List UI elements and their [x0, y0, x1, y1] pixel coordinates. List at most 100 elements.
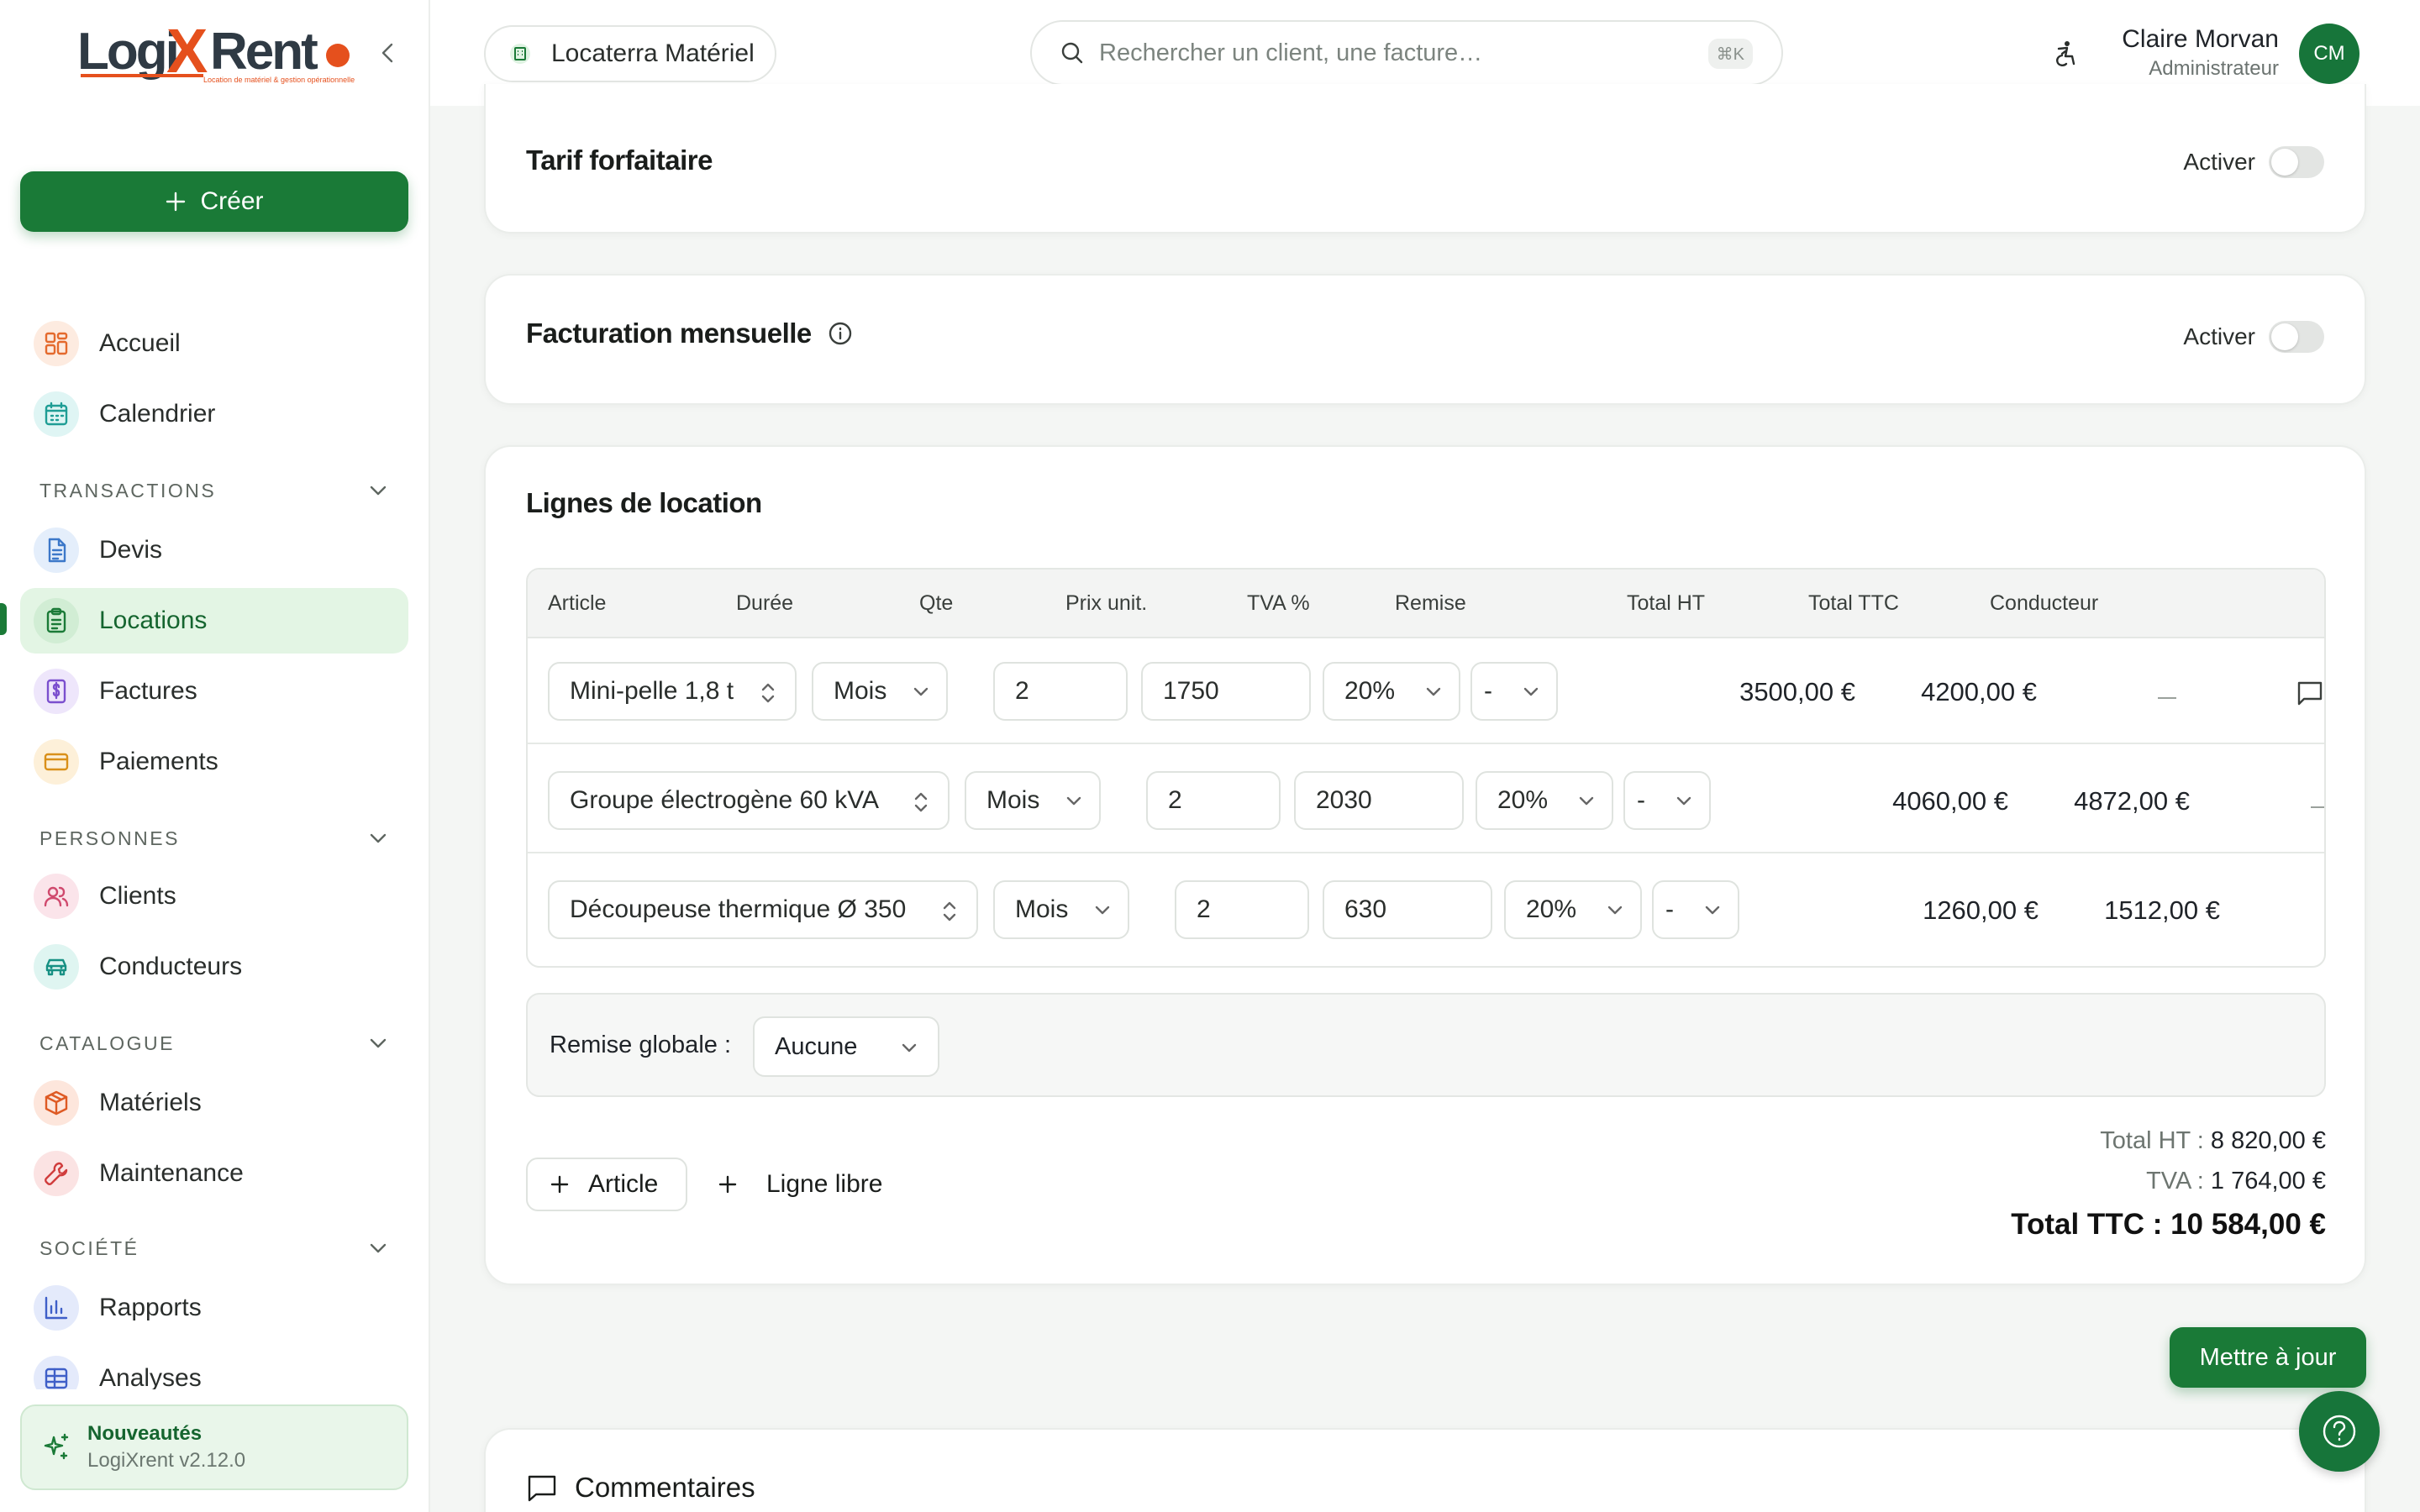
package-icon — [34, 1080, 79, 1126]
news-title: Nouveautés — [87, 1422, 203, 1445]
logixrent-logo[interactable]: Logi X Rent Location de matériel & gesti… — [77, 22, 355, 89]
article-select[interactable]: Groupe électrogène 60 kVA — [548, 771, 950, 830]
conducteur-empty — [2158, 697, 2176, 699]
avatar[interactable]: CM — [2299, 24, 2360, 84]
global-search[interactable]: ⌘K — [1030, 20, 1783, 86]
chevron-down-icon — [370, 486, 387, 496]
total-ht-value: 8 820,00 € — [2210, 1127, 2326, 1154]
remise-select[interactable]: - — [1470, 662, 1558, 721]
duree-value: Mois — [834, 677, 887, 705]
sidebar-item-paiements[interactable]: Paiements — [20, 729, 408, 795]
chevron-down-icon — [902, 1043, 917, 1053]
duree-select[interactable]: Mois — [812, 662, 948, 721]
qte-value: 2 — [1168, 786, 1182, 814]
sidebar: Logi X Rent Location de matériel & gesti… — [0, 0, 430, 1512]
search-input[interactable] — [1099, 39, 1687, 67]
collapse-sidebar-button[interactable] — [375, 39, 400, 67]
row-total-ttc: 1512,00 € — [2104, 895, 2220, 925]
create-label: Créer — [200, 187, 264, 215]
search-icon — [1061, 42, 1083, 64]
accessibility-icon[interactable] — [2049, 37, 2082, 71]
total-ttc-line: Total TTC : 10 584,00 € — [2011, 1208, 2326, 1242]
chevron-down-icon — [1607, 906, 1623, 915]
sidebar-item-materiels[interactable]: Matériels — [20, 1070, 408, 1136]
add-article-button[interactable]: Article — [526, 1158, 687, 1211]
article-select[interactable]: Mini-pelle 1,8 t — [548, 662, 797, 721]
total-ttc-value: 10 584,00 € — [2170, 1208, 2326, 1241]
tva-select[interactable]: 20% — [1504, 880, 1642, 939]
total-ttc-label: Total TTC : — [2011, 1208, 2163, 1241]
sidebar-item-accueil[interactable]: Accueil — [20, 311, 408, 376]
plus-icon — [550, 1175, 569, 1194]
chevron-down-icon — [1523, 687, 1539, 696]
tva-select[interactable]: 20% — [1476, 771, 1613, 830]
sidebar-item-locations[interactable]: Locations — [20, 588, 408, 654]
bar-chart-icon — [34, 1285, 79, 1331]
news-card[interactable]: Nouveautés LogiXrent v2.12.0 — [20, 1404, 408, 1490]
row-total-ht: 3500,00 € — [1739, 677, 1855, 706]
tarif-toggle-group: Activer — [2183, 146, 2324, 178]
create-button[interactable]: Créer — [20, 171, 408, 232]
updown-icon — [943, 901, 956, 921]
chevron-down-icon — [1095, 906, 1110, 915]
mensuelle-toggle[interactable] — [2269, 321, 2324, 353]
tarif-toggle-label: Activer — [2183, 149, 2255, 175]
help-button[interactable] — [2299, 1391, 2380, 1472]
chevron-down-icon — [370, 1038, 387, 1048]
prix-input[interactable]: 630 — [1323, 880, 1492, 939]
table-header: Article Durée Qte Prix unit. TVA % Remis… — [528, 570, 2324, 638]
total-ht-line: Total HT : 8 820,00 € — [2100, 1127, 2326, 1155]
sidebar-item-calendrier[interactable]: Calendrier — [20, 381, 408, 447]
prix-value: 1750 — [1163, 677, 1219, 705]
qte-input[interactable]: 2 — [993, 662, 1128, 721]
prix-input[interactable]: 2030 — [1294, 771, 1464, 830]
sidebar-item-conducteurs[interactable]: Conducteurs — [20, 934, 408, 1000]
sidebar-item-clients[interactable]: Clients — [20, 864, 408, 929]
mensuelle-toggle-label: Activer — [2183, 323, 2255, 349]
sidebar-item-label: Calendrier — [99, 400, 216, 428]
sidebar-item-analyses[interactable]: Analyses — [20, 1346, 408, 1389]
plus-icon — [718, 1175, 737, 1194]
update-button[interactable]: Mettre à jour — [2170, 1327, 2366, 1388]
sidebar-item-maintenance[interactable]: Maintenance — [20, 1141, 408, 1206]
add-free-line-label: Ligne libre — [766, 1170, 883, 1198]
remise-select[interactable]: - — [1623, 771, 1711, 830]
lignes-title: Lignes de location — [526, 487, 762, 518]
qte-input[interactable]: 2 — [1146, 771, 1281, 830]
facturation-mensuelle-card: Facturation mensuelle Activer — [484, 274, 2366, 405]
sidebar-item-label: Rapports — [99, 1294, 202, 1321]
qte-input[interactable]: 2 — [1175, 880, 1309, 939]
chevron-down-icon — [1579, 796, 1594, 806]
remise-select[interactable]: - — [1652, 880, 1739, 939]
sidebar-item-factures[interactable]: Factures — [20, 659, 408, 724]
tva-select[interactable]: 20% — [1323, 662, 1460, 721]
sidebar-item-devis[interactable]: Devis — [20, 517, 408, 583]
section-transactions[interactable]: TRANSACTIONS — [39, 474, 387, 507]
prix-input[interactable]: 1750 — [1141, 662, 1311, 721]
remise-value: - — [1665, 895, 1674, 923]
section-personnes[interactable]: PERSONNES — [39, 822, 387, 855]
sidebar-item-label: Analyses — [99, 1364, 202, 1389]
row-total-ht: 1260,00 € — [1923, 895, 2039, 925]
remise-globale-select[interactable]: Aucune — [753, 1016, 939, 1077]
prix-value: 630 — [1344, 895, 1387, 923]
info-icon[interactable] — [827, 320, 854, 347]
tarif-toggle[interactable] — [2269, 146, 2324, 178]
add-free-line-button[interactable]: Ligne libre — [718, 1158, 919, 1211]
duree-select[interactable]: Mois — [993, 880, 1129, 939]
sidebar-item-rapports[interactable]: Rapports — [20, 1275, 408, 1341]
section-catalogue[interactable]: CATALOGUE — [39, 1026, 387, 1060]
article-select[interactable]: Découpeuse thermique Ø 350 — [548, 880, 978, 939]
help-icon — [2323, 1415, 2356, 1448]
section-societe[interactable]: SOCIÉTÉ — [39, 1231, 387, 1265]
col-total-ttc: Total TTC — [1808, 591, 1899, 615]
comment-icon[interactable] — [2296, 679, 2324, 707]
article-value: Groupe électrogène 60 kVA — [570, 786, 880, 814]
duree-select[interactable]: Mois — [965, 771, 1101, 830]
total-ht-label: Total HT : — [2100, 1127, 2204, 1154]
col-article: Article — [548, 591, 607, 615]
svg-text:Rent: Rent — [210, 23, 318, 81]
col-qte: Qte — [919, 591, 954, 615]
clipboard-icon — [34, 598, 79, 643]
company-switcher[interactable]: Locaterra Matériel — [484, 25, 776, 82]
